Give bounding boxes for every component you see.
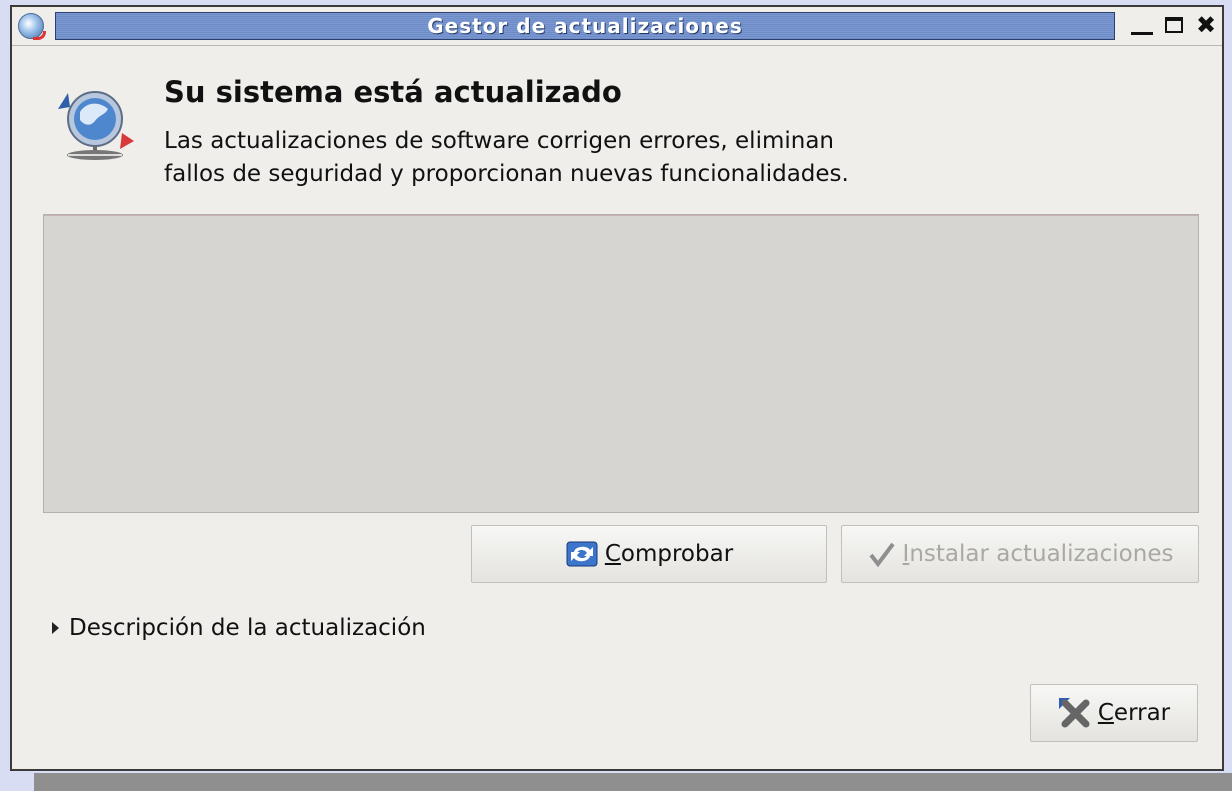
expander-label: Descripción de la actualización [69,615,426,641]
close-x-icon [1058,697,1092,729]
close-icon[interactable]: ✖ [1194,11,1218,39]
expander-arrow-icon [52,622,59,634]
close-button[interactable]: Cerrar [1030,684,1198,742]
install-updates-button-label: Instalar actualizaciones [902,541,1174,567]
update-description-expander[interactable]: Descripción de la actualización [52,615,426,641]
status-heading: Su sistema está actualizado [164,75,622,109]
update-manager-icon[interactable] [18,13,46,40]
desktop-background [34,773,1232,791]
close-button-label: Cerrar [1097,700,1171,726]
update-manager-window: Gestor de actualizaciones ✖ Su sistema e… [10,5,1224,771]
updates-list[interactable] [43,214,1199,513]
check-button-label: Comprobar [604,541,734,567]
title-bar-drag-area[interactable]: Gestor de actualizaciones [55,12,1115,40]
status-description: Las actualizaciones de software corrigen… [164,125,964,191]
description-line-1: Las actualizaciones de software corrigen… [164,128,835,154]
description-line-2: fallos de seguridad y proporcionan nueva… [164,161,849,187]
checkmark-icon [867,540,897,568]
install-updates-button[interactable]: Instalar actualizaciones [841,525,1199,583]
window-controls: ✖ [1130,11,1218,39]
refresh-icon [565,538,599,570]
check-button[interactable]: Comprobar [471,525,827,583]
maximize-icon[interactable] [1162,13,1186,37]
window-title: Gestor de actualizaciones [427,14,743,38]
minimize-icon[interactable] [1130,13,1154,37]
network-globe-icon [58,91,134,160]
title-bar[interactable]: Gestor de actualizaciones ✖ [12,7,1222,46]
